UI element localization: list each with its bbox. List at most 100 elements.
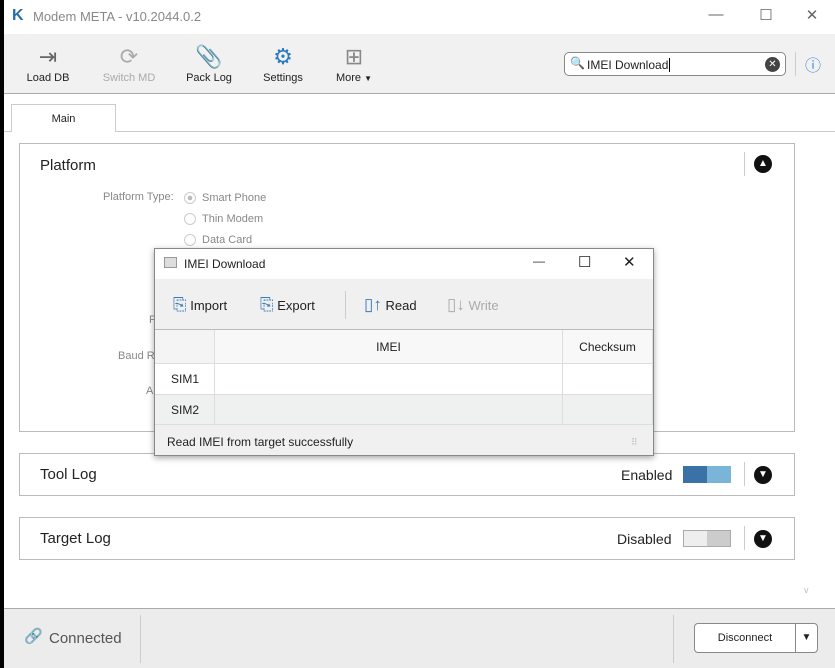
switch-md-button[interactable]: ⟳ Switch MD [94,42,164,84]
corner-header [155,330,215,364]
label: Write [468,298,499,313]
read-button[interactable]: ▯↑ Read [364,295,417,315]
gear-icon: ⚙ [273,44,293,69]
radio-smart-phone[interactable]: Smart Phone [184,192,267,205]
imei-table: IMEI Checksum SIM1 SIM2 [155,329,653,425]
label: More [335,72,362,84]
expand-icon[interactable]: ▼ [754,530,772,548]
divider [795,52,796,76]
dialog-title: IMEI Download [184,257,266,271]
grid-icon: ⊞ [344,44,364,69]
tab-main[interactable]: Main [11,104,116,132]
pack-log-button[interactable]: 📎 Pack Log [174,42,244,84]
sim1-checksum-cell[interactable] [563,364,653,395]
settings-button[interactable]: ⚙ Settings [248,42,318,84]
radio-icon [184,213,196,226]
tool-log-panel: Tool Log Enabled ▼ [19,453,795,496]
label: Data Card [202,234,253,246]
search-input[interactable]: 🔍 IMEI Download ✕ [564,52,786,76]
link-icon: 🔗 [24,628,43,645]
app-logo-icon: K [12,7,24,24]
divider [744,526,745,550]
more-button[interactable]: ⊞ More ▼ [319,42,389,84]
title-bar: K Modem META - v10.2044.0.2 — ☐ ✕ [4,0,835,34]
label: Export [277,298,315,313]
radio-thin-modem[interactable]: Thin Modem [184,213,264,226]
sim1-imei-cell[interactable] [215,364,563,395]
dialog-app-icon [164,257,177,268]
radio-icon [184,192,196,205]
label: Load DB [26,72,70,84]
dropdown-arrow-icon: ▼ [364,74,373,83]
dialog-title-bar: IMEI Download — ☐ ✕ [155,249,653,279]
status-bar: 🔗 Connected Disconnect ▼ [4,608,835,668]
close-button[interactable]: ✕ [797,6,827,28]
device-info-icon[interactable]: ⓘ [805,52,821,76]
load-db-button[interactable]: ⇥ Load DB [13,42,83,84]
search-icon: 🔍 [570,56,585,70]
disconnect-button[interactable]: Disconnect [695,624,795,652]
field-label: A [146,385,154,397]
target-log-state: Disabled [617,531,672,547]
target-log-toggle[interactable] [683,530,731,547]
paperclip-icon: 📎 [195,44,223,69]
dialog-status: Read IMEI from target successfully [167,435,354,449]
divider [744,462,745,486]
divider [140,615,141,663]
radio-icon [184,234,196,247]
read-icon: ▯↑ [364,295,382,314]
label: Pack Log [186,72,232,84]
radio-data-card[interactable]: Data Card [184,234,253,247]
maximize-button[interactable]: ☐ [751,6,781,28]
label: Thin Modem [202,213,264,225]
dialog-close-button[interactable]: ✕ [623,253,636,271]
export-icon: ⎘ [260,295,274,314]
baud-rate-label: Baud R [118,350,155,362]
imei-download-dialog: IMEI Download — ☐ ✕ ⎘ Import ⎘ Export ▯↑… [154,248,654,456]
column-header-checksum[interactable]: Checksum [563,330,653,364]
label: Settings [263,72,303,84]
tab-bar: Main [4,95,835,132]
scroll-down-arrow[interactable]: v [804,585,809,595]
label: Import [190,298,228,313]
dialog-maximize-button[interactable]: ☐ [578,253,591,271]
write-icon: ▯↓ [447,295,465,314]
toolbar: ⇥ Load DB ⟳ Switch MD 📎 Pack Log ⚙ Settings … [4,34,835,94]
clear-search-icon[interactable]: ✕ [765,57,780,72]
sim2-imei-cell[interactable] [215,395,563,425]
minimize-button[interactable]: — [701,6,731,28]
write-button[interactable]: ▯↓ Write [447,295,499,315]
export-button[interactable]: ⎘ Export [260,295,315,315]
collapse-icon[interactable]: ▲ [754,155,772,173]
import-button[interactable]: ⎘ Import [173,295,227,315]
disconnect-dropdown-icon[interactable]: ▼ [795,624,817,652]
sim2-checksum-cell[interactable] [563,395,653,425]
divider [744,152,745,176]
panel-title: Platform [40,157,96,174]
target-log-panel: Target Log Disabled ▼ [19,517,795,560]
panel-title: Tool Log [40,466,97,483]
tool-log-toggle[interactable] [683,466,731,483]
resize-grip-icon[interactable]: ⠿ [631,437,638,448]
divider [673,615,674,663]
tool-log-state: Enabled [621,467,673,483]
row-header-sim1: SIM1 [155,364,215,395]
label: Switch MD [102,72,156,84]
import-icon: ⎘ [173,295,187,314]
row-header-sim2: SIM2 [155,395,215,425]
window-title: Modem META - v10.2044.0.2 [33,9,202,24]
switch-icon: ⟳ [119,44,139,69]
platform-type-label: Platform Type: [103,191,174,203]
expand-icon[interactable]: ▼ [754,466,772,484]
divider [345,291,346,319]
dialog-minimize-button[interactable]: — [533,254,545,268]
column-header-imei[interactable]: IMEI [215,330,563,364]
load-db-icon: ⇥ [38,44,58,69]
connection-status: Connected [49,630,122,647]
main-window: K Modem META - v10.2044.0.2 — ☐ ✕ ⇥ Load … [4,0,835,668]
label: Smart Phone [202,192,267,204]
search-value: IMEI Download [587,58,671,72]
panel-title: Target Log [40,530,111,547]
label: Read [385,298,417,313]
disconnect-control: Disconnect ▼ [694,623,818,653]
